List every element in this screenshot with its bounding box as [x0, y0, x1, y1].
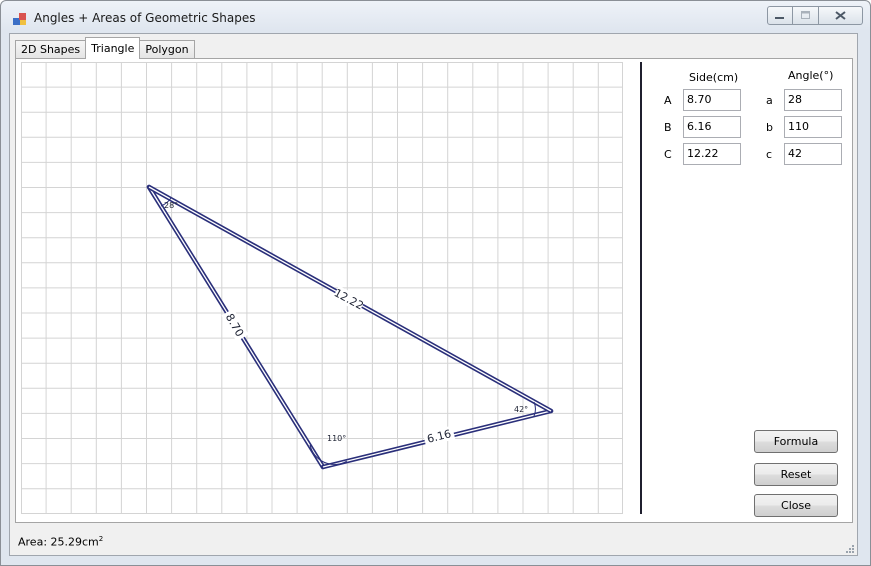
client-area: 2D Shapes Triangle Polygon 8.70 6.16 12.22… — [9, 33, 858, 556]
close-window-button[interactable] — [819, 6, 863, 25]
maximize-button[interactable] — [793, 6, 819, 25]
side-b-label: B — [664, 121, 672, 134]
reset-button[interactable]: Reset — [754, 463, 838, 486]
panel-divider — [640, 62, 642, 514]
app-window: Angles + Areas of Geometric Shapes 2D Sh… — [0, 0, 871, 566]
close-button[interactable]: Close — [754, 494, 838, 517]
side-c-field[interactable]: 12.22 — [683, 143, 741, 165]
angle-c-label: 42° — [514, 405, 528, 414]
grid — [21, 62, 623, 514]
area-unit-superscript: 2 — [98, 535, 104, 543]
angle-a-label: 28° — [164, 201, 178, 210]
tab-triangle[interactable]: Triangle — [85, 37, 141, 59]
angle-b-field[interactable]: 110 — [784, 116, 842, 138]
side-c-label: C — [664, 148, 672, 161]
side-b-field[interactable]: 6.16 — [683, 116, 741, 138]
angle-a-label: a — [766, 94, 773, 107]
minimize-icon — [775, 16, 784, 19]
close-icon — [835, 11, 846, 20]
title-bar: Angles + Areas of Geometric Shapes — [1, 1, 870, 33]
angle-b-label: 110° — [327, 434, 346, 443]
tab-2d-shapes[interactable]: 2D Shapes — [15, 40, 87, 59]
maximize-icon — [800, 11, 810, 19]
minimize-button[interactable] — [767, 6, 793, 25]
angle-header: Angle(°) — [788, 69, 834, 82]
app-icon — [13, 13, 26, 25]
triangle-tab-page: 8.70 6.16 12.22 28° 110° 42° Side(cm) Angle(°… — [15, 58, 853, 523]
angle-a-field[interactable]: 28 — [784, 89, 842, 111]
status-bar: Area: 25.29cm2 — [10, 528, 857, 555]
side-a-label: A — [664, 94, 672, 107]
angle-c-field[interactable]: 42 — [784, 143, 842, 165]
tab-polygon[interactable]: Polygon — [139, 40, 195, 59]
window-title: Angles + Areas of Geometric Shapes — [34, 11, 256, 25]
area-status: Area: 25.29cm2 — [18, 535, 103, 549]
area-text: Area: 25.29cm — [18, 535, 99, 549]
side-header: Side(cm) — [689, 71, 739, 84]
side-a-field[interactable]: 8.70 — [683, 89, 741, 111]
caption-buttons — [767, 6, 863, 25]
tab-strip: 2D Shapes Triangle Polygon — [15, 37, 195, 59]
triangle-canvas: 8.706.1612.2228°110°42° — [21, 62, 623, 514]
angle-c-label: c — [766, 148, 773, 161]
angle-b-label: b — [766, 121, 773, 134]
formula-button[interactable]: Formula — [754, 430, 838, 453]
resize-grip-icon[interactable] — [844, 543, 854, 553]
